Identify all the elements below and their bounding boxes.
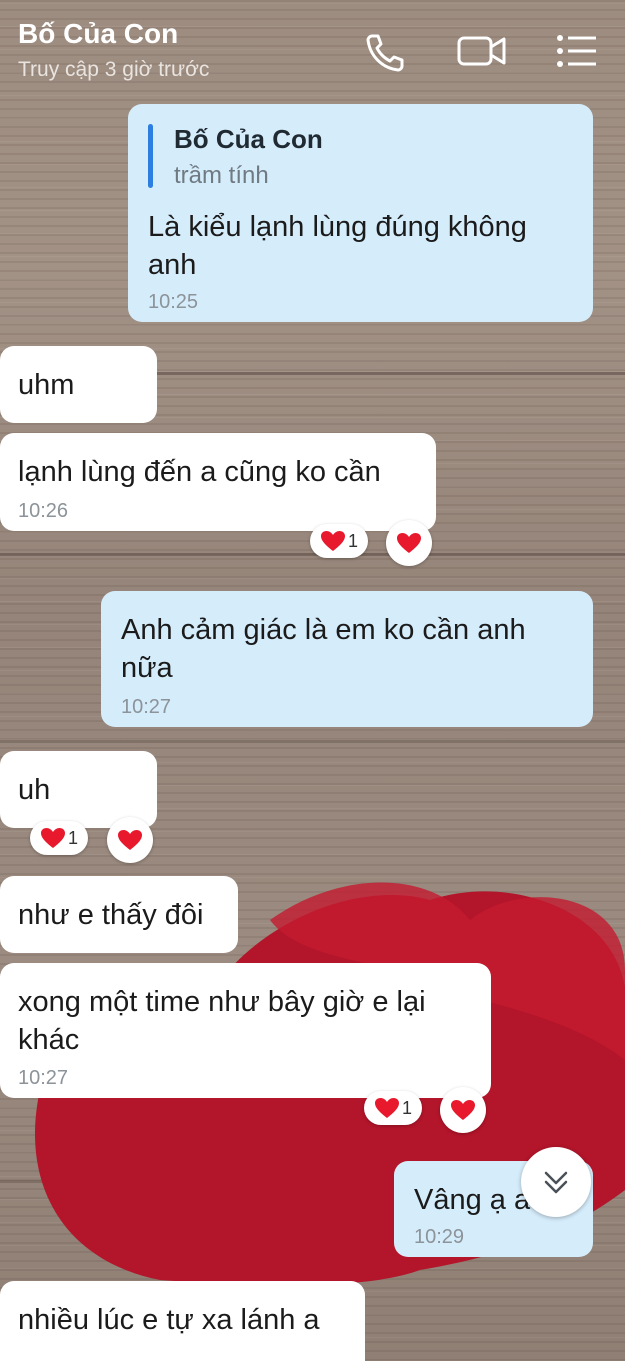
outgoing-message-bubble[interactable]: Anh cảm giác là em ko cần anh nữa 10:27	[101, 591, 593, 727]
video-call-icon[interactable]	[456, 30, 508, 72]
message-text-line: xong một time như bây giờ e lại	[18, 986, 426, 1018]
heart-reaction-icon	[374, 1098, 399, 1118]
add-reaction-button[interactable]	[107, 817, 153, 863]
menu-list-icon[interactable]	[554, 30, 600, 72]
heart-reaction-icon	[320, 531, 345, 551]
message-text-line: uh	[18, 774, 51, 806]
incoming-message-bubble[interactable]: nhiều lúc e tự xa lánh a	[0, 1281, 365, 1361]
reply-quote-author: Bố Của Con	[174, 124, 323, 154]
incoming-message-bubble[interactable]: như e thấy đôi	[0, 876, 238, 953]
reaction-summary[interactable]: 1	[364, 1091, 422, 1125]
incoming-message-bubble[interactable]: lạnh lùng đến a cũng ko cần 10:26	[0, 433, 436, 531]
add-reaction-button[interactable]	[440, 1087, 486, 1133]
reaction-summary[interactable]: 1	[30, 821, 88, 855]
heart-reaction-icon	[40, 828, 65, 848]
reaction-count: 1	[67, 827, 78, 848]
message-text-line: nhiều lúc e tự xa lánh a	[18, 1304, 320, 1336]
heart-icon	[397, 533, 421, 553]
incoming-message-bubble[interactable]: xong một time như bây giờ e lại khác 10:…	[0, 963, 491, 1098]
message-time: 10:26	[18, 500, 69, 522]
message-text-line: khác	[18, 1024, 80, 1056]
incoming-message-bubble[interactable]: uhm	[0, 346, 157, 423]
message-text-line: nữa	[121, 652, 173, 684]
message-time: 10:25	[148, 291, 199, 313]
message-time: 10:27	[121, 696, 172, 718]
outgoing-message-bubble[interactable]: Bố Của Con trầm tính Là kiểu lạnh lùng đ…	[128, 104, 593, 322]
contact-name[interactable]: Bố Của Con	[18, 18, 178, 50]
double-chevron-down-icon	[544, 1171, 568, 1194]
phone-icon[interactable]	[362, 30, 408, 72]
message-text-line: lạnh lùng đến a cũng ko cần	[18, 456, 381, 488]
message-text-line: Anh cảm giác là em ko cần anh	[121, 614, 526, 646]
heart-icon	[118, 830, 142, 850]
reply-quote-bar	[148, 124, 153, 188]
reaction-count: 1	[401, 1097, 412, 1118]
last-seen-status: Truy cập 3 giờ trước	[18, 58, 210, 81]
message-text-line: như e thấy đôi	[18, 899, 204, 931]
message-time: 10:29	[414, 1226, 465, 1248]
reply-quote-text: trầm tính	[174, 162, 269, 189]
reaction-count: 1	[347, 530, 358, 551]
heart-icon	[451, 1100, 475, 1120]
message-time: 10:27	[18, 1067, 69, 1089]
wood-grain	[0, 553, 625, 556]
add-reaction-button[interactable]	[386, 520, 432, 566]
scroll-to-bottom-button[interactable]	[521, 1147, 591, 1217]
message-text-line: anh	[148, 249, 197, 281]
message-text-line: uhm	[18, 369, 75, 401]
chat-header: Bố Của Con Truy cập 3 giờ trước	[0, 0, 625, 95]
message-text-line: Vâng ạ a	[414, 1184, 531, 1216]
message-text-line: Là kiểu lạnh lùng đúng không	[148, 211, 527, 243]
wood-grain	[0, 740, 625, 743]
reaction-summary[interactable]: 1	[310, 524, 368, 558]
